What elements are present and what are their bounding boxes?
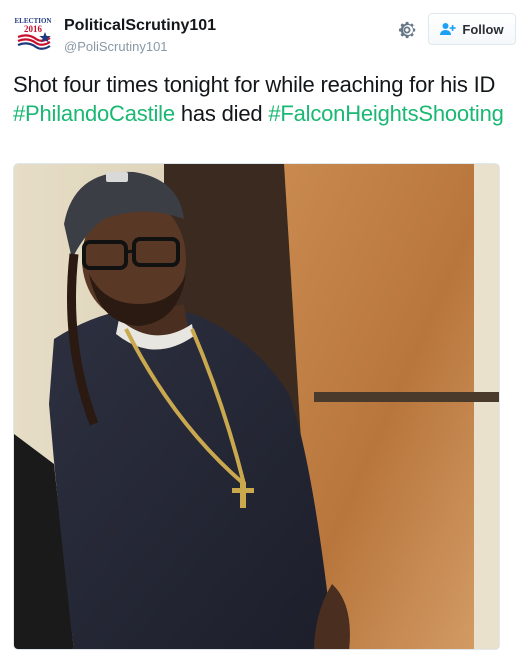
avatar-text-year: 2016	[24, 24, 43, 34]
follow-button[interactable]: Follow	[428, 13, 516, 45]
photo-illustration	[14, 164, 499, 649]
tweet-text-part2: has died	[174, 101, 269, 126]
hashtag-link-philando-castile[interactable]: #PhilandoCastile	[13, 101, 175, 126]
avatar[interactable]: ELECTION 2016	[12, 13, 54, 55]
tweet-photo[interactable]	[13, 163, 500, 650]
election-2016-logo: ELECTION 2016	[12, 13, 54, 55]
gear-icon[interactable]	[397, 20, 417, 40]
hashtag-link-falcon-heights-shooting[interactable]: #FalconHeightsShooting	[268, 101, 504, 126]
tweet-text: Shot four times tonight for while reachi…	[13, 70, 518, 128]
follow-button-label: Follow	[462, 21, 504, 37]
username[interactable]: @PoliScrutiny101	[64, 39, 168, 54]
tweet-text-part1: Shot four times tonight for while reachi…	[13, 72, 496, 97]
tweet-card: ELECTION 2016 PoliticalScrutiny101 @Poli…	[0, 0, 527, 658]
add-user-icon	[440, 22, 457, 36]
display-name[interactable]: PoliticalScrutiny101	[64, 17, 216, 35]
